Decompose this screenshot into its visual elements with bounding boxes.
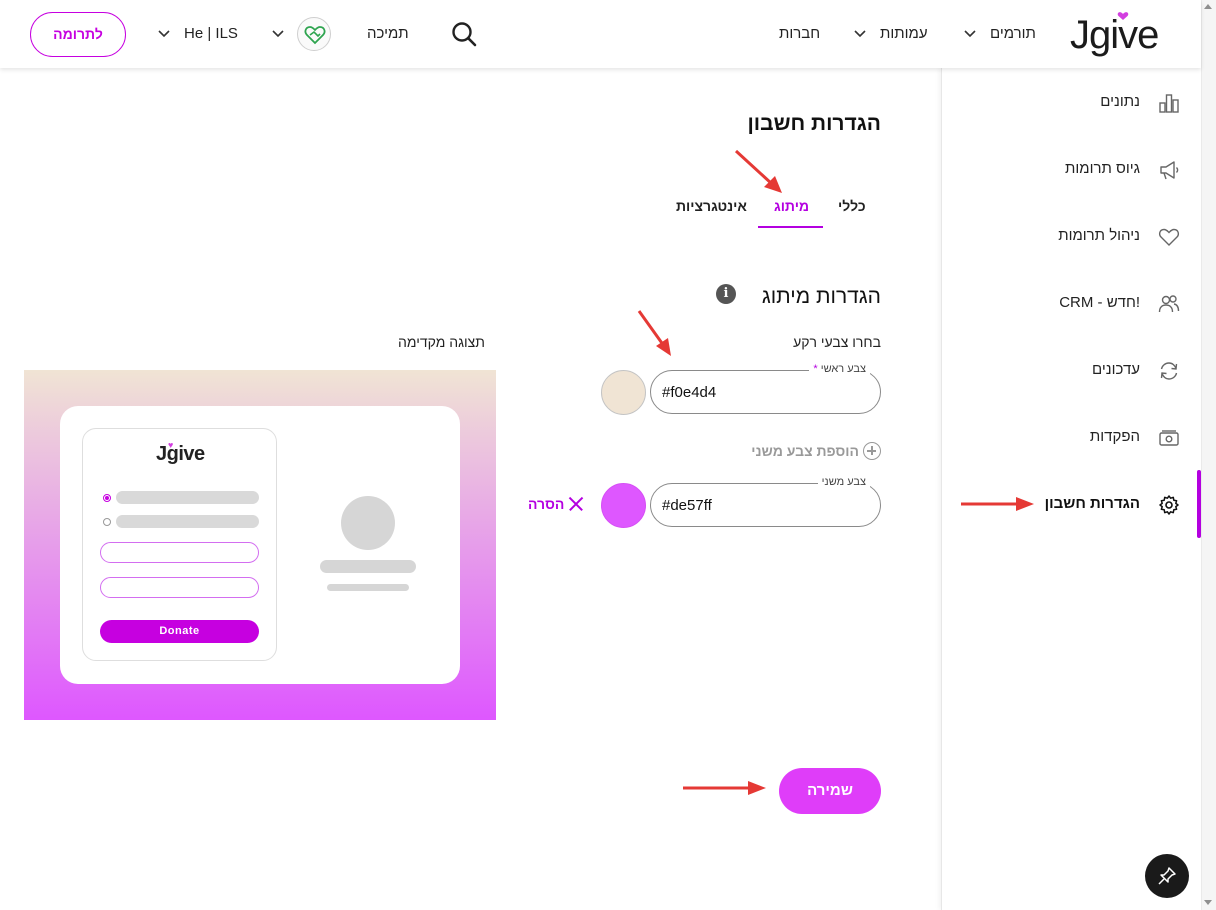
sidebar-item-data[interactable]: נתונים: [942, 82, 1202, 122]
sidebar-item-donations-management[interactable]: ניהול תרומות: [942, 216, 1202, 256]
cash-icon: [1158, 427, 1180, 449]
scroll-down-arrow-icon[interactable]: [1204, 900, 1212, 905]
users-icon: [1158, 293, 1180, 315]
annotation-arrow-save: [683, 781, 766, 795]
chevron-down-icon[interactable]: [158, 30, 170, 38]
nav-donors[interactable]: תורמים: [990, 24, 1036, 44]
preview-input: [100, 542, 259, 563]
nav-nonprofits[interactable]: עמותות: [880, 24, 928, 44]
info-icon[interactable]: i: [716, 284, 736, 304]
sidebar-item-label: גיוס תרומות: [1065, 160, 1140, 177]
search-icon[interactable]: [450, 20, 478, 48]
tab-branding[interactable]: מיתוג: [774, 198, 809, 214]
sidebar-item-label: הגדרות חשבון: [1044, 495, 1140, 512]
nav-companies[interactable]: חברות: [779, 24, 820, 44]
top-header: Jgive תורמים עמותות חברות תמיכה He | ILS…: [0, 0, 1201, 68]
pin-button[interactable]: [1145, 854, 1189, 898]
background-colors-label: בחרו צבעי רקע: [793, 334, 881, 350]
preview-placeholder-line: [116, 491, 259, 504]
tab-general[interactable]: כללי: [838, 198, 866, 214]
secondary-color-field[interactable]: צבע משני #de57ff: [650, 476, 881, 527]
preview-logo-text: Jgive: [156, 443, 205, 465]
required-mark: *: [813, 363, 818, 375]
preview-placeholder-bar: [327, 584, 409, 591]
chevron-down-icon[interactable]: [854, 30, 866, 38]
primary-color-input[interactable]: #f0e4d4: [662, 384, 716, 401]
chevron-down-icon[interactable]: [272, 30, 284, 38]
sidebar-item-label: עדכונים: [1092, 361, 1140, 378]
add-secondary-color-label: הוספת צבע משני: [751, 443, 859, 459]
preview-input: [100, 577, 259, 598]
sidebar-item-label: הפקדות: [1089, 428, 1140, 445]
support-heart-icon[interactable]: [297, 17, 331, 51]
refresh-icon: [1158, 360, 1180, 382]
remove-secondary-color[interactable]: הסרה: [528, 495, 584, 515]
primary-color-field[interactable]: * צבע ראשי #f0e4d4: [650, 363, 881, 414]
donate-button[interactable]: לתרומה: [30, 12, 126, 57]
megaphone-icon: [1158, 159, 1180, 181]
secondary-color-swatch[interactable]: [601, 483, 646, 528]
sidebar-item-label: נתונים: [1100, 93, 1140, 110]
gear-icon: [1158, 494, 1180, 516]
annotation-arrow-tab: [734, 149, 782, 193]
plus-circle-icon: [863, 442, 881, 460]
preview-placeholder-bar: [320, 560, 416, 573]
sidebar-item-deposits[interactable]: הפקדות: [942, 417, 1202, 457]
preview-donation-form: Jgive ♥ Donate: [82, 428, 277, 661]
remove-label: הסרה: [528, 495, 565, 512]
sidebar: נתונים גיוס תרומות ניהול תרומות CRM - חד…: [941, 68, 1201, 910]
secondary-color-legend: צבע משני: [817, 476, 870, 488]
active-tab-indicator: [758, 226, 823, 228]
preview-donate-button: Donate: [100, 620, 259, 643]
save-button[interactable]: שמירה: [779, 768, 881, 814]
bar-chart-icon: [1158, 92, 1180, 114]
preview-placeholder-line: [116, 515, 259, 528]
heart-icon: [1158, 226, 1180, 248]
tab-integrations[interactable]: אינטגרציות: [676, 198, 747, 214]
primary-color-legend: * צבע ראשי: [809, 363, 870, 375]
preview-radio-selected: [103, 494, 111, 502]
sidebar-item-label: CRM - חדש!: [1059, 294, 1140, 311]
scroll-up-arrow-icon[interactable]: [1204, 4, 1212, 9]
preview-avatar: [341, 496, 395, 550]
preview-logo: Jgive ♥: [156, 440, 205, 466]
page-scrollbar[interactable]: [1201, 0, 1216, 910]
logo-text: Jgive: [1070, 13, 1158, 57]
preview-label: תצוגה מקדימה: [398, 334, 485, 350]
primary-color-swatch[interactable]: [601, 370, 646, 415]
secondary-color-input[interactable]: #de57ff: [662, 497, 712, 514]
sidebar-item-fundraising[interactable]: גיוס תרומות: [942, 149, 1202, 189]
sidebar-item-crm[interactable]: CRM - חדש!: [942, 283, 1202, 323]
page-title: הגדרות חשבון: [747, 112, 881, 135]
sidebar-item-updates[interactable]: עדכונים: [942, 350, 1202, 390]
add-secondary-color[interactable]: הוספת צבע משני: [751, 442, 881, 462]
branding-preview: Jgive ♥ Donate: [24, 370, 496, 720]
language-currency-selector[interactable]: He | ILS: [184, 24, 238, 44]
preview-radio: [103, 518, 111, 526]
chevron-down-icon[interactable]: [964, 30, 976, 38]
branding-section-title: הגדרות מיתוג: [761, 285, 881, 308]
sidebar-item-label: ניהול תרומות: [1058, 227, 1140, 244]
pin-icon: [1158, 867, 1176, 885]
primary-color-label: צבע ראשי: [820, 363, 866, 375]
nav-support[interactable]: תמיכה: [367, 24, 409, 44]
close-icon: [568, 496, 584, 512]
sidebar-item-account-settings[interactable]: הגדרות חשבון: [942, 484, 1202, 524]
preview-logo-heart-icon: ♥: [168, 440, 173, 450]
jgive-logo[interactable]: Jgive: [1070, 10, 1174, 60]
preview-card: Jgive ♥ Donate: [60, 406, 460, 684]
annotation-arrow-primary-color: [637, 310, 671, 356]
